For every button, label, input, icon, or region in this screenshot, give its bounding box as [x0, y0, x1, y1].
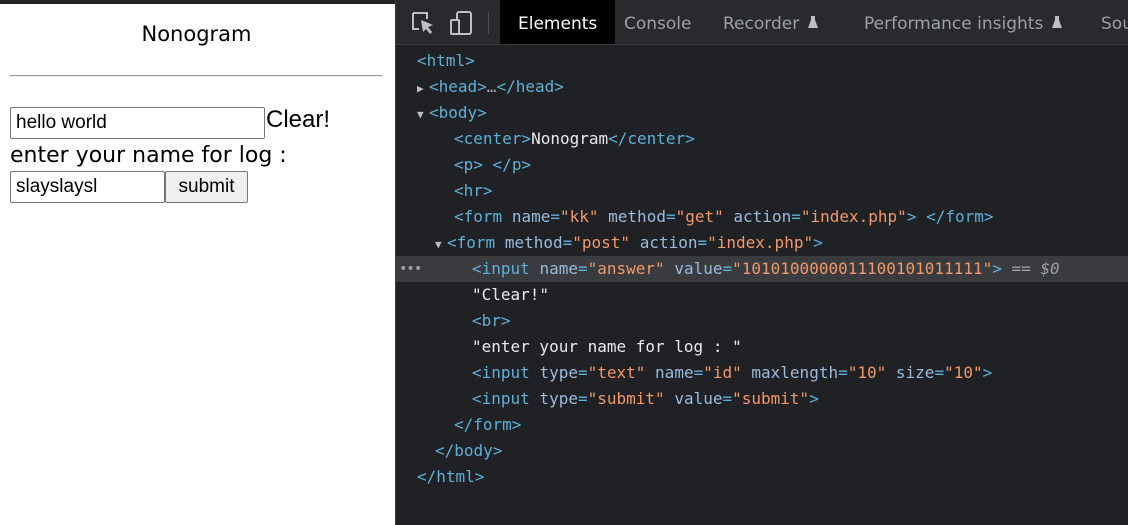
dom-node-form-get[interactable]: <form name="kk" method="get" action="ind… [396, 204, 1128, 230]
page-preview: Nonogram hello world Clear! enter your n… [0, 0, 395, 525]
more-dots-icon[interactable]: ••• [399, 256, 422, 282]
devtools-panel: Elements Console Recorder Performance in… [395, 0, 1128, 525]
submit-button[interactable]: submit [165, 171, 248, 203]
tab-recorder[interactable]: Recorder [723, 0, 819, 44]
dom-node-body-close[interactable]: </body> [396, 438, 1128, 464]
devtools-toolbar: Elements Console Recorder Performance in… [396, 0, 1128, 45]
device-toolbar-icon[interactable] [449, 10, 475, 36]
tab-sources[interactable]: Sou [1101, 0, 1128, 44]
tab-console[interactable]: Console [624, 0, 692, 44]
expand-triangle-icon[interactable]: ▶ [417, 76, 429, 102]
flask-icon [807, 0, 819, 44]
answer-input[interactable]: hello world [10, 107, 265, 139]
dom-node-html-close[interactable]: </html> [396, 464, 1128, 490]
toolbar-separator [488, 12, 489, 34]
dom-node-head[interactable]: ▶ <head>…</head> [396, 74, 1128, 100]
collapse-triangle-icon[interactable]: ▼ [435, 232, 447, 258]
dom-node-text-enter[interactable]: "enter your name for log : " [396, 334, 1128, 360]
dom-node-form-close[interactable]: </form> [396, 412, 1128, 438]
dom-node-text-clear[interactable]: "Clear!" [396, 282, 1128, 308]
page-title: Nonogram [141, 22, 252, 46]
flask-icon [1051, 0, 1063, 44]
dom-node-hr[interactable]: <hr> [396, 178, 1128, 204]
dom-node-br[interactable]: <br> [396, 308, 1128, 334]
dom-node-html[interactable]: <html> [396, 48, 1128, 74]
tab-elements[interactable]: Elements [500, 0, 616, 44]
tab-recorder-label: Recorder [723, 14, 800, 34]
dom-tree: <html> ▶ <head>…</head> ▼ <body> <center>N… [396, 46, 1128, 525]
name-input[interactable]: slayslaysl [10, 171, 165, 203]
dom-node-input-submit[interactable]: <input type="submit" value="submit"> [396, 386, 1128, 412]
dom-node-input-id[interactable]: <input type="text" name="id" maxlength="… [396, 360, 1128, 386]
dom-node-form-post[interactable]: ▼ <form method="post" action="index.php"> [396, 230, 1128, 256]
enter-name-label: enter your name for log : [10, 143, 287, 168]
clear-text: Clear! [266, 106, 331, 133]
tab-performance-insights[interactable]: Performance insights [864, 0, 1063, 44]
dom-node-center[interactable]: <center>Nonogram</center> [396, 126, 1128, 152]
horizontal-rule [10, 75, 382, 77]
dom-node-input-answer[interactable]: ••• <input name="answer" value="101010000… [396, 256, 1128, 282]
collapse-triangle-icon[interactable]: ▼ [417, 102, 429, 128]
inspect-element-icon[interactable] [410, 10, 436, 36]
tab-performance-insights-label: Performance insights [864, 14, 1044, 34]
dom-node-body[interactable]: ▼ <body> [396, 100, 1128, 126]
dom-node-p[interactable]: <p> </p> [396, 152, 1128, 178]
